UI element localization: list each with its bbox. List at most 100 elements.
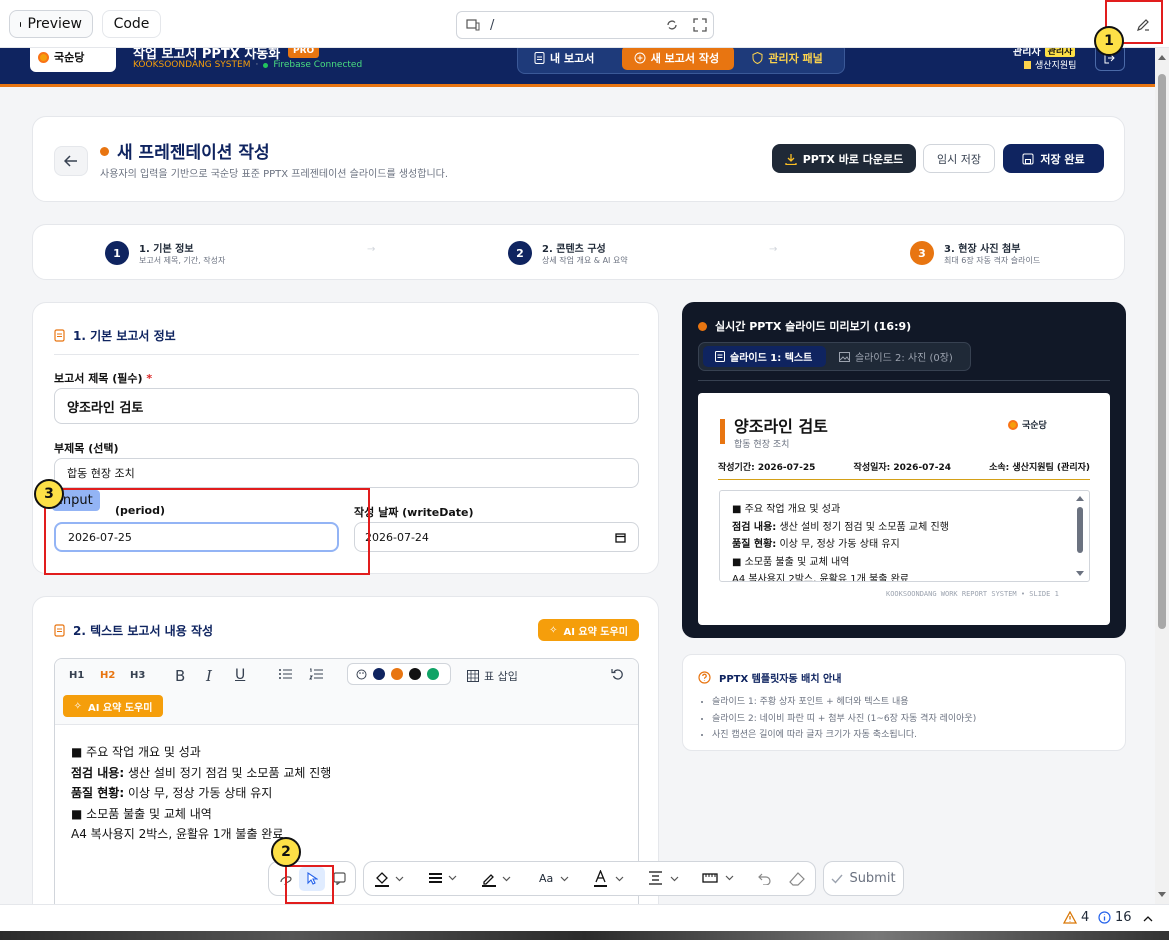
slide-period: 작성기간: 2026-07-25 [718,463,816,473]
code-tab[interactable]: Code [102,10,161,38]
heading3-button[interactable]: H3 [130,670,145,681]
nav-my-reports[interactable]: 내 보고서 [522,48,616,70]
align-center-icon [649,871,662,885]
guide-item: 사진 캡션은 길이에 따라 글자 크기가 자동 축소됩니다. [712,727,976,744]
ai-summary-inline-button[interactable]: ✧ AI 요약 도우미 [63,695,163,717]
comment-icon[interactable] [333,872,346,885]
text-color-control[interactable] [593,870,624,887]
logo-mark-icon [1008,419,1018,430]
section-title: 1. 기본 보고서 정보 [73,329,176,343]
stroke-width-control[interactable] [428,872,457,884]
logo-text: 국순당 [54,51,85,64]
pptx-download-button[interactable]: PPTX 바로 다운로드 [772,144,916,173]
ruler-icon [702,873,718,883]
line-bold: 품질 현황: [71,786,125,800]
back-button[interactable] [54,146,88,176]
color-green[interactable] [427,668,439,680]
insert-table-label: 표 삽입 [484,670,518,683]
download-label: PPTX 바로 다운로드 [802,152,904,166]
tab-slide-photo[interactable]: 슬라이드 2: 사진 (0장) [839,346,953,367]
slide-content-box[interactable]: ■ 주요 작업 개요 및 성과 점검 내용: 생산 설비 정기 점검 및 소모품… [719,490,1090,582]
slide-accent-bar [720,419,725,444]
line-text: A4 복사용지 2박스, 윤활유 1개 불출 완료 [732,574,909,582]
refresh-icon[interactable] [665,18,679,32]
info-count[interactable]: 16 [1098,910,1132,925]
editor-line: ■ 주요 작업 개요 및 성과 [71,742,331,763]
nav-label: 새 보고서 작성 [650,52,720,65]
italic-button[interactable]: I [206,667,212,685]
preview-toolbar: Preview Code / [0,0,1169,48]
calendar-icon[interactable] [615,532,626,543]
url-bar[interactable]: / [456,11,714,39]
color-navy[interactable] [373,668,385,680]
page-scrollbar[interactable] [1155,48,1169,904]
underline-button[interactable]: U [235,667,245,683]
label-text: 보고서 제목 (필수) [54,372,143,385]
divider [54,354,639,355]
eraser-icon[interactable] [789,872,805,886]
write-date-input[interactable]: 2026-07-24 [354,522,639,552]
submit-button[interactable]: Submit [823,861,904,896]
bold-button[interactable]: B [175,667,185,685]
line-text: ■ 소모품 불출 및 교체 내역 [71,806,212,821]
warning-count[interactable]: 4 [1063,910,1089,925]
main-nav: 내 보고서 새 보고서 작성 관리자 패널 [517,48,845,74]
fullscreen-icon[interactable] [693,18,707,32]
numbered-list-button[interactable] [309,668,323,680]
pro-badge: PRO [288,48,320,58]
bullet-list-button[interactable] [278,668,292,680]
chevron-down-icon [395,876,404,882]
fill-color-control[interactable] [374,871,404,887]
preview-tab[interactable]: Preview [9,10,93,38]
save-label: 저장 완료 [1040,152,1085,166]
report-title-input[interactable]: 양조라인 검토 [54,388,639,424]
line-text: ■ 주요 작업 개요 및 성과 [732,504,841,515]
system-status: KOOKSOONDANG SYSTEM · Firebase Connected [133,60,362,70]
step-title: 3. 현장 사진 첨부 [944,244,1021,255]
step-title: 1. 기본 정보 [139,244,194,255]
chevron-up-icon[interactable] [1143,915,1153,922]
line-bold: 점검 내용: [732,521,777,533]
color-black[interactable] [409,668,421,680]
preview-title: 실시간 PPTX 슬라이드 미리보기 (16:9) [715,320,912,333]
font-size-control[interactable]: Aa [539,872,569,885]
annotation-badge-1: 1 [1094,26,1124,56]
draft-save-button[interactable]: 임시 저장 [923,144,995,173]
preview-heading: 실시간 PPTX 슬라이드 미리보기 (16:9) [698,318,911,334]
pen-color-control[interactable] [481,871,511,887]
heading2-button[interactable]: H2 [100,670,115,681]
write-date-value: 2026-07-24 [365,530,429,544]
status-bar: 4 16 [0,904,1169,931]
align-control[interactable] [648,871,679,886]
table-icon [467,670,479,682]
measure-control[interactable] [702,873,734,883]
tab-slide-text[interactable]: 슬라이드 1: 텍스트 [703,346,826,367]
rotate-ccw-icon [611,669,623,680]
palette-icon [356,669,367,679]
guide-heading: PPTX 템플릿자동 배치 안내 [698,670,841,685]
editor-content[interactable]: ■ 주요 작업 개요 및 성과 점검 내용: 생산 설비 정기 점검 및 소모품… [71,742,331,845]
sparkle-icon: ✧ [73,700,82,712]
nav-admin-panel[interactable]: 관리자 패널 [740,48,840,70]
subtitle-input[interactable]: 합동 현장 조치 [54,458,639,488]
save-complete-button[interactable]: 저장 완료 [1003,144,1104,173]
undo-icon[interactable] [758,873,772,885]
slide-preview-panel: 실시간 PPTX 슬라이드 미리보기 (16:9) 슬라이드 1: 텍스트 슬라… [682,302,1126,638]
color-orange[interactable] [391,668,403,680]
insert-table-button[interactable]: 표 삽입 [467,668,518,684]
user-dept: 생산지원팀 [1024,58,1076,71]
paint-bucket-icon [375,872,389,887]
steps-card: 1 1. 기본 정보 보고서 제목, 기간, 작성자 → 2 2. 콘텐츠 구성 상… [32,224,1125,280]
heading1-button[interactable]: H1 [69,670,84,681]
device-icon[interactable] [466,19,480,31]
text-color-icon [594,870,607,887]
slide-scrollbar[interactable] [1073,493,1087,579]
nav-new-report[interactable]: 새 보고서 작성 [621,48,735,70]
ai-summary-button[interactable]: ✧ AI 요약 도우미 [538,619,639,641]
tab-label: 슬라이드 1: 텍스트 [730,353,813,364]
undo-button[interactable] [611,668,624,681]
write-date-label: 작성 날짜 (writeDate) [354,506,474,519]
image-icon [839,351,850,362]
document-icon [54,624,65,637]
chevron-down-icon [670,876,679,881]
